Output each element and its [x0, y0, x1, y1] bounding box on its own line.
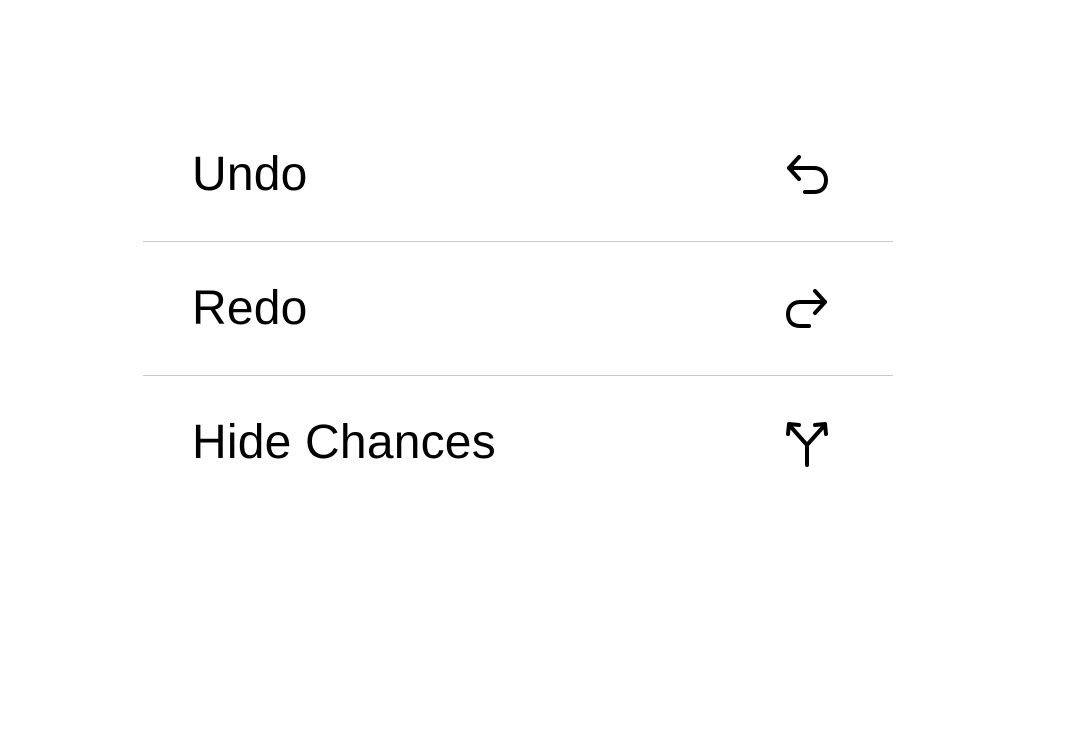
menu-item-hide-chances[interactable]: Hide Chances: [143, 376, 893, 510]
menu-item-label: Redo: [192, 281, 308, 335]
menu-item-undo[interactable]: Undo: [143, 108, 893, 242]
menu-item-redo[interactable]: Redo: [143, 242, 893, 376]
undo-arrow-icon: [779, 147, 835, 203]
context-menu: Undo Redo Hide Chances: [143, 108, 893, 510]
menu-item-label: Hide Chances: [192, 416, 496, 469]
redo-arrow-icon: [779, 281, 835, 337]
menu-item-label: Undo: [192, 147, 308, 201]
branch-split-icon: [779, 415, 835, 471]
